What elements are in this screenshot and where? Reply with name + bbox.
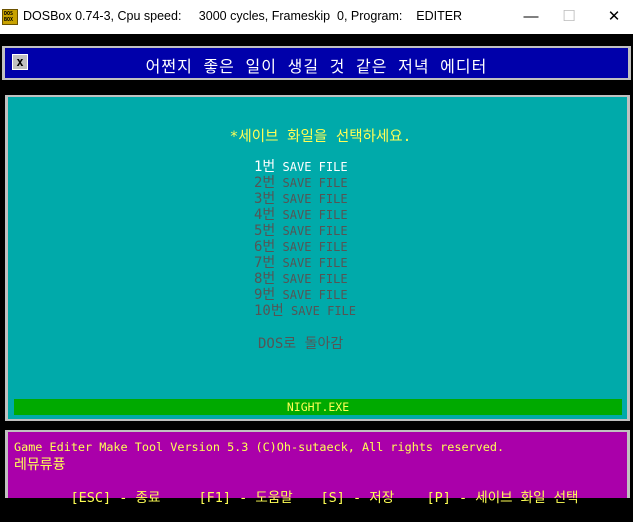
copyright-line: Game Editer Make Tool Version 5.3 (C)Oh-… [14, 440, 505, 454]
window-title: DOSBox 0.74-3, Cpu speed: 3000 cycles, F… [23, 9, 463, 23]
save-file-number: 8번 [254, 271, 276, 287]
save-file-label: SAVE FILE [275, 256, 348, 270]
footer-panel: Game Editer Make Tool Version 5.3 (C)Oh-… [8, 432, 627, 506]
save-file-item[interactable]: 1번 SAVE FILE [254, 159, 356, 175]
save-file-item[interactable]: 4번 SAVE FILE [254, 207, 356, 223]
save-file-number: 10번 [254, 303, 284, 319]
save-file-number: 3번 [254, 191, 276, 207]
save-file-number: 6번 [254, 239, 276, 255]
header-title: 어쩐지 좋은 일이 생길 것 같은 저녁 에디터 [145, 57, 488, 76]
save-file-label: SAVE FILE [275, 272, 348, 286]
save-file-label: SAVE FILE [275, 192, 348, 206]
save-file-label: SAVE FILE [275, 240, 348, 254]
close-window-button[interactable]: ✕ [591, 0, 633, 34]
select-save-prompt: *세이브 화일을 선택하세요. [229, 129, 412, 145]
return-to-dos-option[interactable]: DOS로 돌아감 [258, 333, 343, 353]
editor-header: x 어쩐지 좋은 일이 생길 것 같은 저녁 에디터 [5, 48, 628, 78]
save-file-number: 1번 [254, 159, 276, 175]
window-title-bar[interactable]: DOS BOX DOSBox 0.74-3, Cpu speed: 3000 c… [0, 0, 633, 34]
maximize-button[interactable]: ☐ [546, 0, 592, 34]
key-esc-quit[interactable]: [ESC] - 종료 [71, 486, 199, 506]
save-file-label: SAVE FILE [283, 304, 356, 318]
save-file-number: 2번 [254, 175, 276, 191]
save-file-label: SAVE FILE [275, 208, 348, 222]
app-icon-text-bottom: BOX [4, 17, 14, 23]
save-file-item[interactable]: 8번 SAVE FILE [254, 271, 356, 287]
save-file-label: SAVE FILE [275, 288, 348, 302]
save-file-label: SAVE FILE [275, 224, 348, 238]
key-f1-help[interactable]: [F1] - 도움말 [199, 486, 321, 506]
save-file-number: 4번 [254, 207, 276, 223]
save-file-item[interactable]: 5번 SAVE FILE [254, 223, 356, 239]
status-bar: NIGHT.EXE [14, 399, 622, 415]
save-file-item[interactable]: 2번 SAVE FILE [254, 175, 356, 191]
save-file-item[interactable]: 3번 SAVE FILE [254, 191, 356, 207]
key-help-bar: [ESC] - 종료 [F1] - 도움말 [S] - 저장 [P] - 세이브 화일… [38, 470, 579, 522]
save-file-number: 7번 [254, 255, 276, 271]
save-file-number: 5번 [254, 223, 276, 239]
key-p-select-save[interactable]: [P] - 세이브 화일 선택 [427, 486, 579, 506]
save-file-item[interactable]: 7번 SAVE FILE [254, 255, 356, 271]
key-s-save[interactable]: [S] - 저장 [321, 486, 427, 506]
save-file-item[interactable]: 6번 SAVE FILE [254, 239, 356, 255]
save-file-item[interactable]: 10번 SAVE FILE [254, 303, 356, 319]
save-select-panel: *세이브 화일을 선택하세요. 1번 SAVE FILE 2번 SAVE FILE… [8, 97, 627, 419]
save-file-list: 1번 SAVE FILE 2번 SAVE FILE 3번 SAVE FILE 4번 S… [254, 159, 356, 319]
save-file-label: SAVE FILE [275, 176, 348, 190]
save-file-number: 9번 [254, 287, 276, 303]
save-file-label: SAVE FILE [275, 160, 348, 174]
dosbox-app-icon[interactable]: DOS BOX [2, 9, 18, 25]
save-file-item[interactable]: 9번 SAVE FILE [254, 287, 356, 303]
